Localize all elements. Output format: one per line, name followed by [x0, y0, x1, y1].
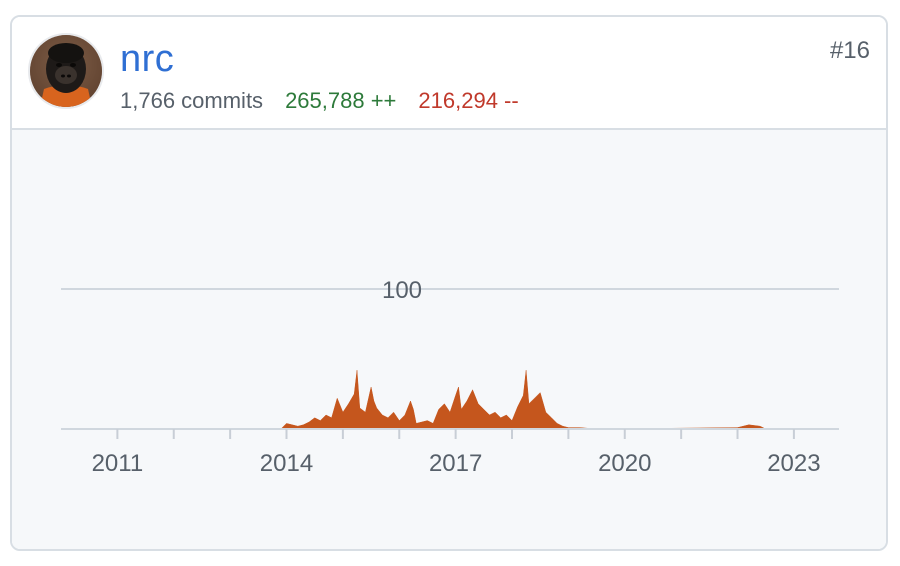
x-axis-tick-label: 2023 — [767, 450, 820, 477]
deletions-count: 216,294 -- — [418, 88, 519, 113]
contributor-header: nrc 1,766 commits 265,788 ++ 216,294 -- #1… — [12, 17, 886, 130]
x-axis-tick-label: 2017 — [429, 450, 482, 477]
x-axis-tick-label: 2014 — [260, 450, 313, 477]
contributor-stats: 1,766 commits 265,788 ++ 216,294 -- — [120, 87, 519, 115]
x-axis-ticks — [116, 429, 795, 439]
contributor-card: nrc 1,766 commits 265,788 ++ 216,294 -- #1… — [10, 15, 888, 551]
commits-area-series — [280, 370, 766, 430]
contributor-username-link[interactable]: nrc — [120, 37, 174, 81]
reference-line-label: 100 — [382, 277, 422, 304]
gorilla-mask-avatar-icon — [30, 35, 102, 107]
x-axis-tick-label: 2011 — [92, 450, 144, 477]
x-axis-tick-label: 2020 — [598, 450, 651, 477]
x-axis-tick-labels: 2011 2014 2017 2020 2023 — [92, 450, 821, 477]
avatar[interactable] — [28, 33, 104, 109]
contributions-chart-svg: 100 2011 2014 2017 2020 2023 — [61, 277, 839, 477]
commits-count[interactable]: 1,766 commits — [120, 88, 263, 113]
additions-count: 265,788 ++ — [285, 88, 397, 113]
contributor-rank: #16 — [829, 37, 870, 64]
contributions-chart: 100 2011 2014 2017 2020 2023 — [12, 130, 886, 549]
